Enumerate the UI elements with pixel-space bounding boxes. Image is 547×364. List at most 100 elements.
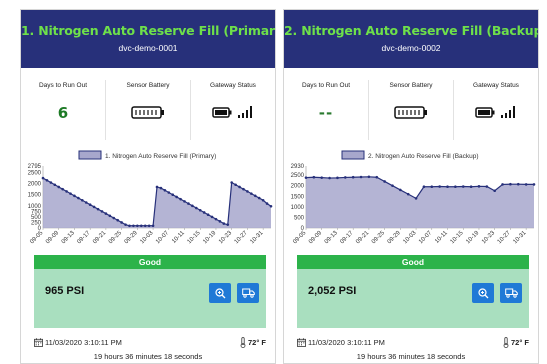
status-badge: Good [34,255,266,269]
y-tick-label: 2000 [291,184,305,190]
x-tick-label: 10-31 [249,230,265,246]
data-point [120,221,123,224]
battery-icon [394,105,427,119]
data-point [112,216,116,220]
data-point [253,194,257,198]
data-point [206,213,210,216]
data-point [69,192,72,195]
x-tick-label: 10-23 [218,230,234,246]
battery-icon [131,105,164,119]
stats-row: Days to Run Out 6 Sensor Battery Gateway… [21,80,275,140]
x-tick-label: 10-07 [155,230,171,246]
card-header: 1. Nitrogen Auto Reserve Fill (Primary) … [21,10,275,68]
data-point [77,196,80,200]
status-badge: Good [297,255,529,269]
stats-row: Days to Run Out -- Sensor Battery Gatewa… [284,80,538,140]
timestamp-row: 11/03/2020 3:10:11 PM 72° F [297,337,529,348]
data-point [383,180,386,183]
status-panel: Good 2,052 PSI [297,255,529,328]
delivery-button[interactable] [237,283,259,303]
card-title[interactable]: 1. Nitrogen Auto Reserve Fill (Primary) [21,10,275,38]
battery-label: Sensor Battery [389,82,433,89]
x-tick-label: 09-29 [124,230,140,246]
x-tick-label: 09-25 [371,230,387,246]
data-point [128,224,131,228]
data-point [304,176,308,179]
data-point [132,224,135,228]
pressure-chart: 1. Nitrogen Auto Reserve Fill (Primary) 0… [28,150,273,246]
signal-icon [500,106,515,118]
calendar-icon [34,338,43,347]
data-point [524,183,528,186]
pressure-value: 965 PSI [45,285,85,297]
x-tick-label: 09-13 [61,230,77,246]
device-id: dvc-demo-0002 [381,43,441,53]
data-point [100,210,104,213]
truck-icon [504,288,518,298]
data-point [269,204,273,208]
legend-swatch [341,150,365,160]
data-point [438,185,441,188]
battery-label: Sensor Battery [126,82,170,89]
timestamp-row: 11/03/2020 3:10:11 PM 72° F [34,337,266,348]
data-point [218,220,222,223]
data-point [461,185,465,188]
data-point [516,182,520,186]
zoom-button[interactable] [472,283,494,303]
data-point [167,191,171,194]
data-point [430,185,434,189]
data-point [81,198,84,202]
data-point [124,223,127,226]
x-tick-label: 10-03 [139,230,155,246]
data-point [49,181,53,184]
data-point [265,202,269,205]
data-point [406,192,410,196]
y-tick-label: 1000 [28,204,42,210]
delivery-button[interactable] [500,283,522,303]
x-tick-label: 09-09 [45,230,61,246]
data-point [179,197,182,201]
days-value: -- [318,104,334,122]
data-point [226,223,230,226]
temperature-value: 72° F [247,338,266,347]
data-point [446,185,449,189]
x-tick-label: 10-31 [512,230,528,246]
x-tick-label: 09-05 [29,230,45,246]
data-point [257,196,261,200]
sensor-battery: Sensor Battery [369,80,454,140]
thermometer-icon [240,337,246,348]
data-point [183,200,186,203]
data-point [53,183,57,187]
status-panel: Good 965 PSI [34,255,266,328]
card-header: 2. Nitrogen Auto Reserve Fill (Backup) d… [284,10,538,68]
card-title[interactable]: 2. Nitrogen Auto Reserve Fill (Backup) [284,10,538,38]
zoom-button[interactable] [209,283,231,303]
pressure-chart: 2. Nitrogen Auto Reserve Fill (Backup)05… [291,150,536,246]
timestamp: 11/03/2020 3:10:11 PM [308,338,385,347]
data-point [195,206,198,210]
temperature: 72° F [503,337,529,348]
x-tick-label: 10-15 [450,230,466,246]
y-tick-label: 2500 [28,171,42,177]
data-point [375,175,379,179]
data-point [242,187,245,191]
data-point [88,203,92,207]
data-point [92,205,96,209]
data-point [261,198,265,202]
series-area [306,176,534,228]
y-tick-label: 500 [294,215,305,221]
data-point [250,192,253,195]
data-point [493,189,496,193]
x-tick-label: 09-21 [355,230,371,246]
device-card-primary: 1. Nitrogen Auto Reserve Fill (Primary) … [20,9,276,364]
data-point [45,179,49,182]
data-point [234,183,237,187]
gateway-label: Gateway Status [473,82,519,89]
data-point [198,208,202,212]
data-point [171,193,175,197]
data-point [61,187,64,191]
truck-icon [241,288,255,298]
data-point [477,185,481,188]
data-point [246,190,249,193]
temperature-value: 72° F [510,338,529,347]
